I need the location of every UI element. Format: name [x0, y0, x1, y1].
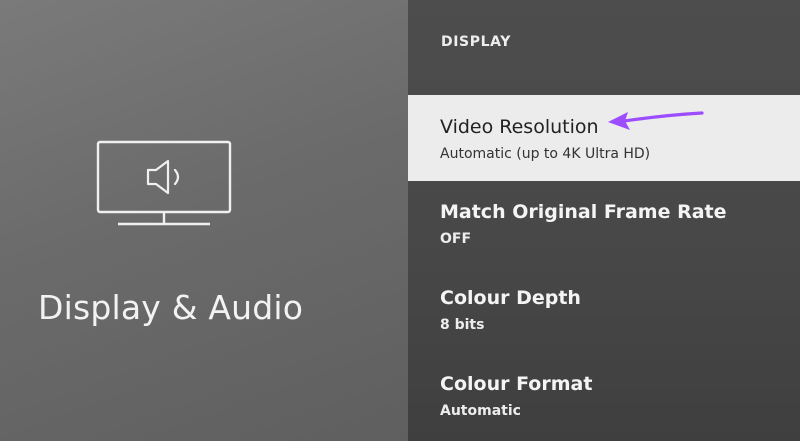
tv-speaker-icon	[96, 140, 232, 226]
menu-item-value: 8 bits	[440, 317, 485, 333]
menu-item-colour-depth[interactable]: Colour Depth 8 bits	[408, 267, 800, 353]
menu-item-match-frame-rate[interactable]: Match Original Frame Rate OFF	[408, 181, 800, 267]
menu-item-label: Colour Format	[440, 373, 593, 395]
category-panel: Display & Audio	[0, 0, 408, 441]
menu-item-value: OFF	[440, 231, 472, 247]
settings-panel: DISPLAY Video Resolution Automatic (up t…	[408, 0, 800, 441]
menu-item-label: Colour Depth	[440, 287, 581, 309]
menu-item-value: Automatic	[440, 403, 521, 419]
section-header: DISPLAY	[441, 34, 511, 50]
page-title: Display & Audio	[38, 288, 304, 327]
menu-item-colour-format[interactable]: Colour Format Automatic	[408, 353, 800, 439]
menu-item-video-resolution[interactable]: Video Resolution Automatic (up to 4K Ult…	[408, 95, 800, 181]
menu-item-label: Match Original Frame Rate	[440, 201, 727, 223]
purple-arrow-icon	[608, 111, 704, 130]
menu-item-value: Automatic (up to 4K Ultra HD)	[440, 146, 651, 162]
menu-item-label: Video Resolution	[440, 116, 599, 138]
